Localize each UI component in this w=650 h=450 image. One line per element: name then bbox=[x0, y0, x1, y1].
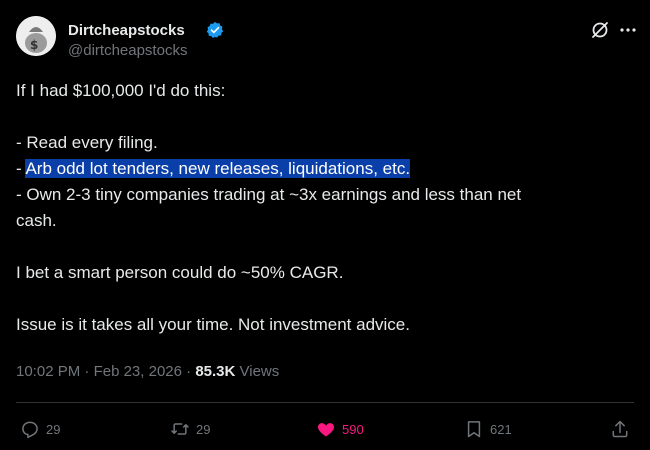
reply-icon bbox=[22, 421, 38, 439]
share-icon bbox=[612, 420, 628, 438]
like-icon bbox=[317, 423, 335, 437]
repost-button[interactable]: 29 bbox=[170, 418, 210, 440]
verified-badge-icon bbox=[206, 21, 224, 39]
tweet-date[interactable]: Feb 23, 2026 bbox=[94, 363, 182, 380]
tweet-meta: 10:02 PM · Feb 23, 2026 · 85.3K Views bbox=[16, 362, 279, 382]
tweet-time[interactable]: 10:02 PM bbox=[16, 363, 80, 380]
author-handle[interactable]: @dirtcheapstocks bbox=[68, 42, 187, 60]
views-label: Views bbox=[235, 363, 280, 380]
meta-separator: · bbox=[80, 363, 94, 380]
tweet-text: If I had $100,000 I'd do this: - Read ev… bbox=[16, 78, 616, 338]
tweet-line-highlighted: - Arb odd lot tenders, new releases, liq… bbox=[16, 156, 616, 182]
tweet-line: Issue is it takes all your time. Not inv… bbox=[16, 315, 410, 334]
views-count[interactable]: 85.3K bbox=[195, 363, 235, 380]
selected-text[interactable]: Arb odd lot tenders, new releases, liqui… bbox=[25, 159, 411, 178]
repost-count: 29 bbox=[196, 421, 211, 437]
avatar[interactable]: $ bbox=[16, 16, 56, 56]
like-count: 590 bbox=[342, 421, 364, 437]
tweet-line: If I had $100,000 I'd do this: bbox=[16, 81, 226, 100]
tweet-line: - Own 2-3 tiny companies trading at ~3x … bbox=[16, 185, 522, 204]
like-button[interactable]: 590 bbox=[316, 418, 364, 440]
bookmark-count: 621 bbox=[490, 421, 512, 437]
grok-icon[interactable] bbox=[590, 20, 610, 40]
svg-text:$: $ bbox=[30, 38, 38, 52]
share-button[interactable] bbox=[610, 418, 630, 440]
reply-count: 29 bbox=[46, 421, 61, 437]
divider bbox=[16, 402, 634, 403]
tweet: $ Dirtcheapstocks @dirtcheapstocks If I … bbox=[0, 0, 650, 450]
bookmark-button[interactable]: 621 bbox=[464, 418, 512, 440]
tweet-line: I bet a smart person could do ~50% CAGR. bbox=[16, 263, 344, 282]
reply-button[interactable]: 29 bbox=[20, 418, 60, 440]
tweet-line: - Read every filing. bbox=[16, 133, 158, 152]
meta-separator: · bbox=[181, 363, 196, 380]
tweet-line: cash. bbox=[16, 211, 57, 230]
bookmark-icon bbox=[467, 421, 481, 438]
author-name[interactable]: Dirtcheapstocks bbox=[68, 22, 185, 40]
repost-icon bbox=[171, 423, 189, 435]
more-icon[interactable] bbox=[618, 20, 638, 40]
